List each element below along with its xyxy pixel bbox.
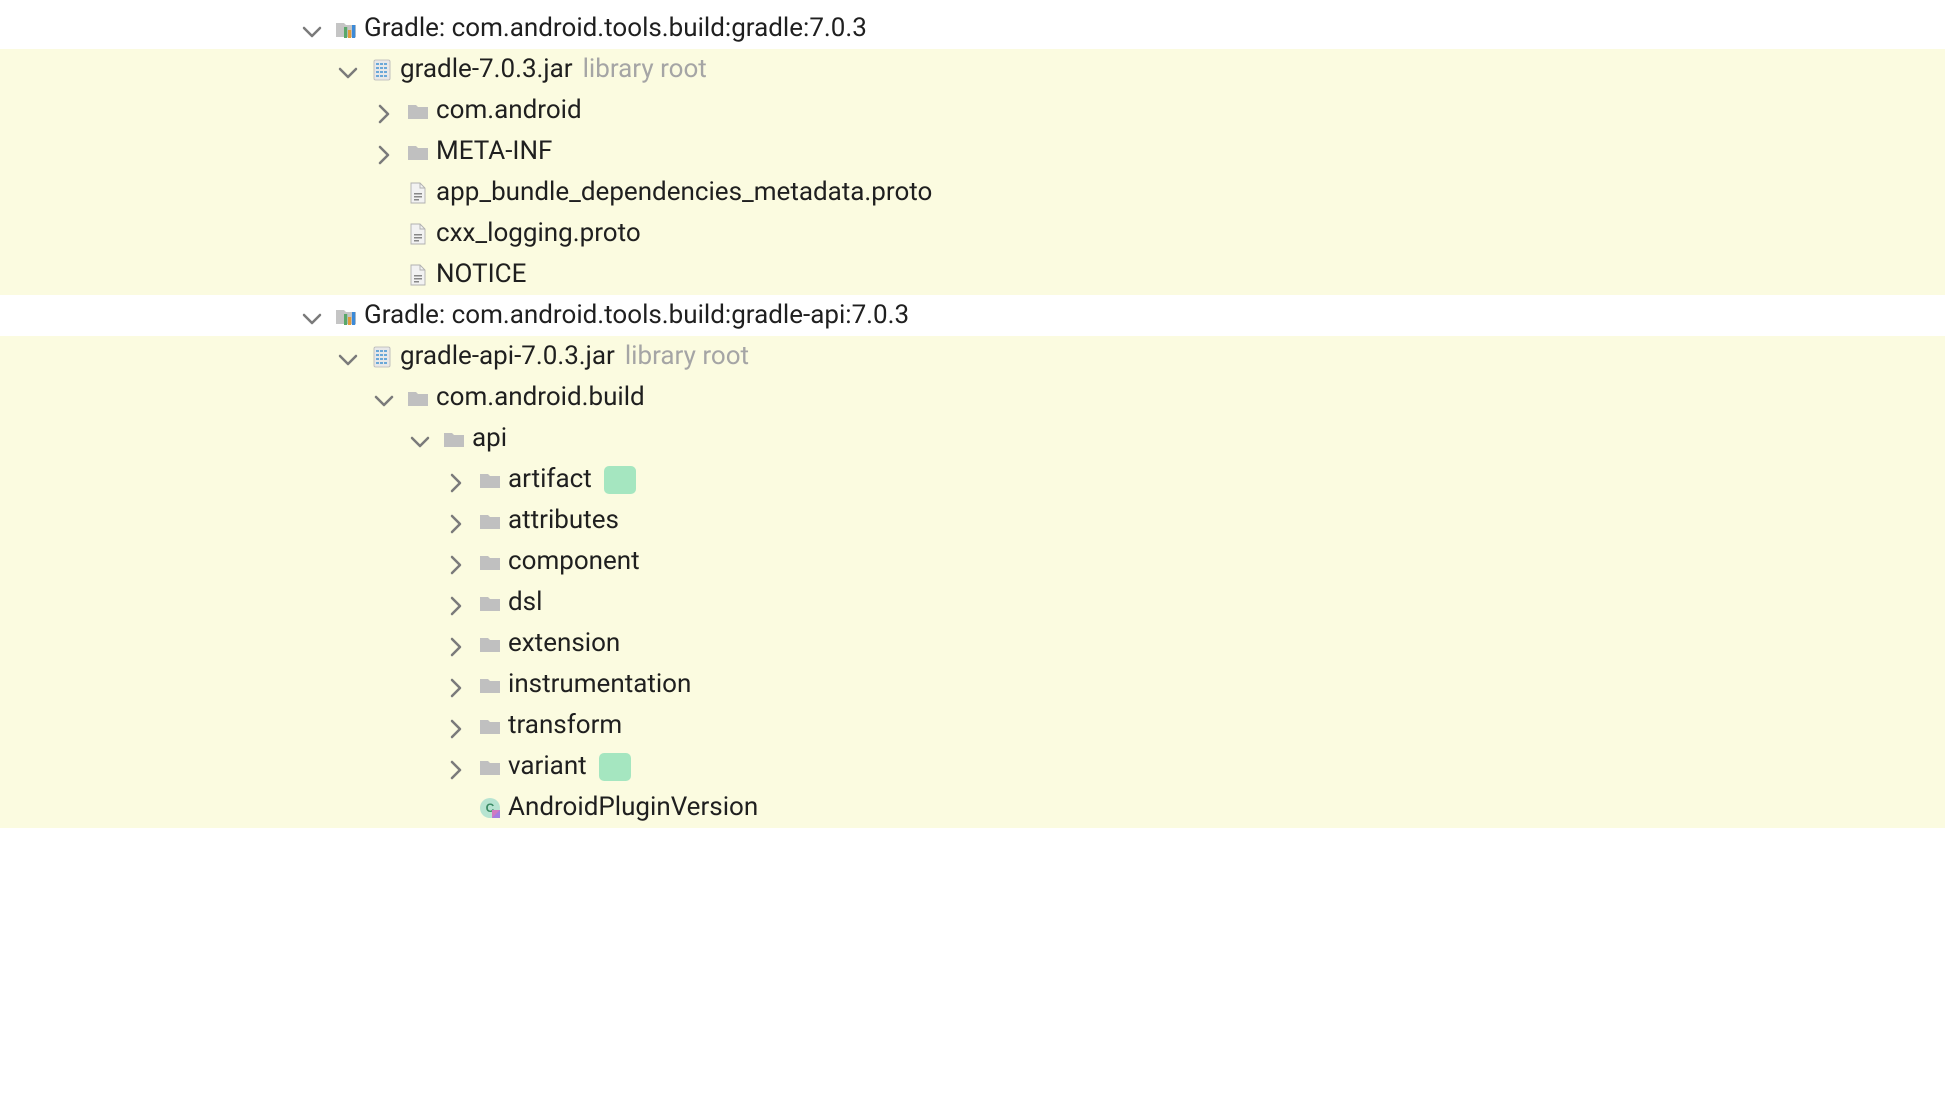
file-icon	[406, 181, 430, 205]
package-label: attributes	[508, 501, 619, 540]
tree-node-class[interactable]: AndroidPluginVersion	[0, 787, 1945, 828]
file-label: NOTICE	[436, 255, 526, 294]
chevron-right-icon[interactable]	[372, 140, 396, 164]
tree-node-library[interactable]: Gradle: com.android.tools.build:gradle:7…	[0, 8, 1945, 49]
tree-node-package[interactable]: com.android.build	[0, 377, 1945, 418]
tree-node-file[interactable]: cxx_logging.proto	[0, 213, 1945, 254]
chevron-down-icon[interactable]	[408, 427, 432, 451]
tree-node-package[interactable]: dsl	[0, 582, 1945, 623]
package-label: variant	[508, 747, 587, 786]
folder-icon	[478, 755, 502, 779]
tree-node-jar[interactable]: gradle-api-7.0.3.jar library root	[0, 336, 1945, 377]
chevron-right-icon[interactable]	[444, 632, 468, 656]
folder-icon	[478, 714, 502, 738]
package-label: transform	[508, 706, 622, 745]
folder-icon	[406, 140, 430, 164]
chevron-down-icon[interactable]	[336, 58, 360, 82]
tree-node-package[interactable]: META-INF	[0, 131, 1945, 172]
package-label: instrumentation	[508, 665, 691, 704]
folder-icon	[478, 468, 502, 492]
package-label: extension	[508, 624, 620, 663]
chevron-right-icon[interactable]	[444, 755, 468, 779]
tree-node-file[interactable]: NOTICE	[0, 254, 1945, 295]
folder-icon	[478, 673, 502, 697]
match-highlight-badge	[599, 753, 631, 781]
chevron-right-icon[interactable]	[444, 468, 468, 492]
tree-node-package[interactable]: instrumentation	[0, 664, 1945, 705]
chevron-right-icon[interactable]	[444, 673, 468, 697]
folder-icon	[478, 591, 502, 615]
jar-icon	[370, 58, 394, 82]
kotlin-class-icon	[478, 796, 502, 820]
match-highlight-badge	[604, 466, 636, 494]
tree-node-file[interactable]: app_bundle_dependencies_metadata.proto	[0, 172, 1945, 213]
jar-icon	[370, 345, 394, 369]
tree-node-package[interactable]: api	[0, 418, 1945, 459]
package-label: api	[472, 419, 507, 458]
jar-suffix-label: library root	[583, 50, 707, 89]
folder-icon	[478, 509, 502, 533]
chevron-down-icon[interactable]	[372, 386, 396, 410]
file-label: cxx_logging.proto	[436, 214, 641, 253]
folder-icon	[406, 386, 430, 410]
folder-icon	[478, 550, 502, 574]
tree-node-package[interactable]: extension	[0, 623, 1945, 664]
jar-name-label: gradle-api-7.0.3.jar	[400, 337, 615, 376]
folder-icon	[406, 99, 430, 123]
folder-icon	[478, 632, 502, 656]
tree-node-package[interactable]: com.android	[0, 90, 1945, 131]
class-label: AndroidPluginVersion	[508, 788, 758, 827]
folder-icon	[442, 427, 466, 451]
package-label: com.android	[436, 91, 582, 130]
chevron-right-icon[interactable]	[444, 509, 468, 533]
tree-node-package[interactable]: artifact	[0, 459, 1945, 500]
gradle-library-icon	[334, 304, 358, 328]
jar-name-label: gradle-7.0.3.jar	[400, 50, 573, 89]
package-label: artifact	[508, 460, 592, 499]
tree-node-package[interactable]: variant	[0, 746, 1945, 787]
file-icon	[406, 263, 430, 287]
tree-node-jar[interactable]: gradle-7.0.3.jar library root	[0, 49, 1945, 90]
chevron-down-icon[interactable]	[336, 345, 360, 369]
project-tree: Gradle: com.android.tools.build:gradle:7…	[0, 0, 1945, 836]
file-label: app_bundle_dependencies_metadata.proto	[436, 173, 932, 212]
tree-node-package[interactable]: component	[0, 541, 1945, 582]
chevron-right-icon[interactable]	[444, 714, 468, 738]
tree-node-library[interactable]: Gradle: com.android.tools.build:gradle-a…	[0, 295, 1945, 336]
package-label: dsl	[508, 583, 542, 622]
library-title-label: Gradle: com.android.tools.build:gradle-a…	[364, 296, 909, 335]
chevron-right-icon[interactable]	[444, 591, 468, 615]
chevron-down-icon[interactable]	[300, 304, 324, 328]
tree-node-package[interactable]: attributes	[0, 500, 1945, 541]
chevron-right-icon[interactable]	[444, 550, 468, 574]
package-label: com.android.build	[436, 378, 645, 417]
jar-suffix-label: library root	[625, 337, 749, 376]
chevron-right-icon[interactable]	[372, 99, 396, 123]
gradle-library-icon	[334, 17, 358, 41]
library-title-label: Gradle: com.android.tools.build:gradle:7…	[364, 9, 867, 48]
chevron-down-icon[interactable]	[300, 17, 324, 41]
tree-node-package[interactable]: transform	[0, 705, 1945, 746]
package-label: META-INF	[436, 132, 552, 171]
package-label: component	[508, 542, 640, 581]
file-icon	[406, 222, 430, 246]
